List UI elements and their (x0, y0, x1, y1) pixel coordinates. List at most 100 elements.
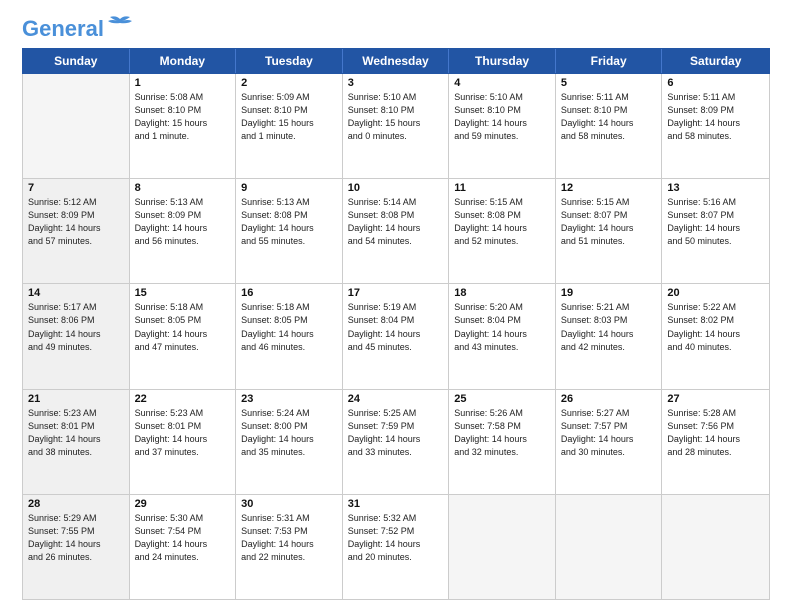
calendar-cell: 23Sunrise: 5:24 AM Sunset: 8:00 PM Dayli… (236, 390, 343, 494)
cell-info: Sunrise: 5:20 AM Sunset: 8:04 PM Dayligh… (454, 301, 550, 353)
weekday-header: Friday (556, 49, 663, 73)
day-number: 15 (135, 287, 231, 299)
calendar-cell: 28 Sunrise: 5:29 AM Sunset: 7:55 PM Dayli… (23, 495, 130, 599)
calendar-cell: 24 Sunrise: 5:25 AM Sunset: 7:59 PM Dayli… (343, 390, 450, 494)
day-number: 8 (135, 182, 231, 194)
calendar-cell: 16 Sunrise: 5:18 AM Sunset: 8:05 PM Dayli… (236, 284, 343, 388)
day-number: 2 (241, 77, 337, 89)
cell-info: Sunrise: 5:13 AM Sunset: 8:09 PM Dayligh… (135, 196, 231, 248)
cell-info: Sunrise: 5:29 AM Sunset: 7:55 PM Dayligh… (28, 512, 124, 564)
calendar-cell: 27 Sunrise: 5:28 AM Sunset: 7:56 PM Dayli… (662, 390, 769, 494)
day-number: 29 (135, 498, 231, 510)
calendar-cell: 21Sunrise: 5:23 AM Sunset: 8:01 PM Dayli… (23, 390, 130, 494)
cell-info: Sunrise: 5:10 AM Sunset: 8:10 PM Dayligh… (348, 91, 444, 143)
calendar-cell: 11 Sunrise: 5:15 AM Sunset: 8:08 PM Dayli… (449, 179, 556, 283)
day-number: 24 (348, 393, 444, 405)
calendar-cell: 3 Sunrise: 5:10 AM Sunset: 8:10 PM Daylig… (343, 74, 450, 178)
cell-info: Sunrise: 5:17 AM Sunset: 8:06 PM Dayligh… (28, 301, 124, 353)
cell-info: Sunrise: 5:09 AM Sunset: 8:10 PM Dayligh… (241, 91, 337, 143)
logo-text: General (22, 18, 104, 40)
cell-info: Sunrise: 5:24 AM Sunset: 8:00 PM Dayligh… (241, 407, 337, 459)
calendar-header: SundayMondayTuesdayWednesdayThursdayFrid… (22, 48, 770, 74)
cell-info: Sunrise: 5:31 AM Sunset: 7:53 PM Dayligh… (241, 512, 337, 564)
cell-info: Sunrise: 5:16 AM Sunset: 8:07 PM Dayligh… (667, 196, 764, 248)
weekday-header: Wednesday (343, 49, 450, 73)
calendar-cell: 22Sunrise: 5:23 AM Sunset: 8:01 PM Dayli… (130, 390, 237, 494)
header: General (22, 18, 770, 38)
cell-info: Sunrise: 5:19 AM Sunset: 8:04 PM Dayligh… (348, 301, 444, 353)
cell-info: Sunrise: 5:18 AM Sunset: 8:05 PM Dayligh… (241, 301, 337, 353)
calendar-cell: 6 Sunrise: 5:11 AM Sunset: 8:09 PM Daylig… (662, 74, 769, 178)
day-number: 18 (454, 287, 550, 299)
cell-info: Sunrise: 5:15 AM Sunset: 8:08 PM Dayligh… (454, 196, 550, 248)
logo: General (22, 18, 134, 38)
calendar-cell: 5Sunrise: 5:11 AM Sunset: 8:10 PM Daylig… (556, 74, 663, 178)
calendar-row: 1Sunrise: 5:08 AM Sunset: 8:10 PM Daylig… (23, 74, 769, 179)
cell-info: Sunrise: 5:11 AM Sunset: 8:09 PM Dayligh… (667, 91, 764, 143)
calendar-cell: 9 Sunrise: 5:13 AM Sunset: 8:08 PM Daylig… (236, 179, 343, 283)
page: General SundayMondayTuesdayWednesdayThur… (0, 0, 792, 612)
calendar-cell: 1Sunrise: 5:08 AM Sunset: 8:10 PM Daylig… (130, 74, 237, 178)
logo-bird-icon (106, 15, 134, 35)
day-number: 22 (135, 393, 231, 405)
weekday-header: Thursday (449, 49, 556, 73)
cell-info: Sunrise: 5:12 AM Sunset: 8:09 PM Dayligh… (28, 196, 124, 248)
calendar-cell: 10 Sunrise: 5:14 AM Sunset: 8:08 PM Dayli… (343, 179, 450, 283)
cell-info: Sunrise: 5:14 AM Sunset: 8:08 PM Dayligh… (348, 196, 444, 248)
day-number: 19 (561, 287, 657, 299)
cell-info: Sunrise: 5:30 AM Sunset: 7:54 PM Dayligh… (135, 512, 231, 564)
calendar-cell (23, 74, 130, 178)
calendar-cell: 31Sunrise: 5:32 AM Sunset: 7:52 PM Dayli… (343, 495, 450, 599)
calendar-row: 7Sunrise: 5:12 AM Sunset: 8:09 PM Daylig… (23, 179, 769, 284)
cell-info: Sunrise: 5:26 AM Sunset: 7:58 PM Dayligh… (454, 407, 550, 459)
calendar-cell (662, 495, 769, 599)
day-number: 12 (561, 182, 657, 194)
cell-info: Sunrise: 5:13 AM Sunset: 8:08 PM Dayligh… (241, 196, 337, 248)
day-number: 9 (241, 182, 337, 194)
calendar-body: 1Sunrise: 5:08 AM Sunset: 8:10 PM Daylig… (22, 74, 770, 600)
day-number: 25 (454, 393, 550, 405)
cell-info: Sunrise: 5:15 AM Sunset: 8:07 PM Dayligh… (561, 196, 657, 248)
cell-info: Sunrise: 5:28 AM Sunset: 7:56 PM Dayligh… (667, 407, 764, 459)
calendar-cell: 25 Sunrise: 5:26 AM Sunset: 7:58 PM Dayli… (449, 390, 556, 494)
day-number: 20 (667, 287, 764, 299)
cell-info: Sunrise: 5:22 AM Sunset: 8:02 PM Dayligh… (667, 301, 764, 353)
day-number: 31 (348, 498, 444, 510)
calendar-cell: 12 Sunrise: 5:15 AM Sunset: 8:07 PM Dayli… (556, 179, 663, 283)
day-number: 11 (454, 182, 550, 194)
day-number: 3 (348, 77, 444, 89)
day-number: 10 (348, 182, 444, 194)
day-number: 28 (28, 498, 124, 510)
calendar-cell (449, 495, 556, 599)
calendar-row: 21Sunrise: 5:23 AM Sunset: 8:01 PM Dayli… (23, 390, 769, 495)
calendar-cell: 14 Sunrise: 5:17 AM Sunset: 8:06 PM Dayli… (23, 284, 130, 388)
calendar-cell: 2 Sunrise: 5:09 AM Sunset: 8:10 PM Daylig… (236, 74, 343, 178)
cell-info: Sunrise: 5:10 AM Sunset: 8:10 PM Dayligh… (454, 91, 550, 143)
day-number: 17 (348, 287, 444, 299)
cell-info: Sunrise: 5:23 AM Sunset: 8:01 PM Dayligh… (28, 407, 124, 459)
calendar-cell: 18 Sunrise: 5:20 AM Sunset: 8:04 PM Dayli… (449, 284, 556, 388)
calendar-cell (556, 495, 663, 599)
weekday-header: Monday (130, 49, 237, 73)
calendar-cell: 20 Sunrise: 5:22 AM Sunset: 8:02 PM Dayli… (662, 284, 769, 388)
calendar-cell: 26Sunrise: 5:27 AM Sunset: 7:57 PM Dayli… (556, 390, 663, 494)
day-number: 26 (561, 393, 657, 405)
calendar-cell: 7Sunrise: 5:12 AM Sunset: 8:09 PM Daylig… (23, 179, 130, 283)
day-number: 27 (667, 393, 764, 405)
calendar: SundayMondayTuesdayWednesdayThursdayFrid… (22, 48, 770, 600)
cell-info: Sunrise: 5:25 AM Sunset: 7:59 PM Dayligh… (348, 407, 444, 459)
calendar-cell: 17 Sunrise: 5:19 AM Sunset: 8:04 PM Dayli… (343, 284, 450, 388)
day-number: 6 (667, 77, 764, 89)
calendar-cell: 15Sunrise: 5:18 AM Sunset: 8:05 PM Dayli… (130, 284, 237, 388)
day-number: 14 (28, 287, 124, 299)
calendar-cell: 29 Sunrise: 5:30 AM Sunset: 7:54 PM Dayli… (130, 495, 237, 599)
weekday-header: Sunday (23, 49, 130, 73)
day-number: 30 (241, 498, 337, 510)
cell-info: Sunrise: 5:08 AM Sunset: 8:10 PM Dayligh… (135, 91, 231, 143)
day-number: 16 (241, 287, 337, 299)
day-number: 13 (667, 182, 764, 194)
calendar-cell: 30 Sunrise: 5:31 AM Sunset: 7:53 PM Dayli… (236, 495, 343, 599)
calendar-cell: 4Sunrise: 5:10 AM Sunset: 8:10 PM Daylig… (449, 74, 556, 178)
calendar-cell: 19Sunrise: 5:21 AM Sunset: 8:03 PM Dayli… (556, 284, 663, 388)
calendar-cell: 13 Sunrise: 5:16 AM Sunset: 8:07 PM Dayli… (662, 179, 769, 283)
